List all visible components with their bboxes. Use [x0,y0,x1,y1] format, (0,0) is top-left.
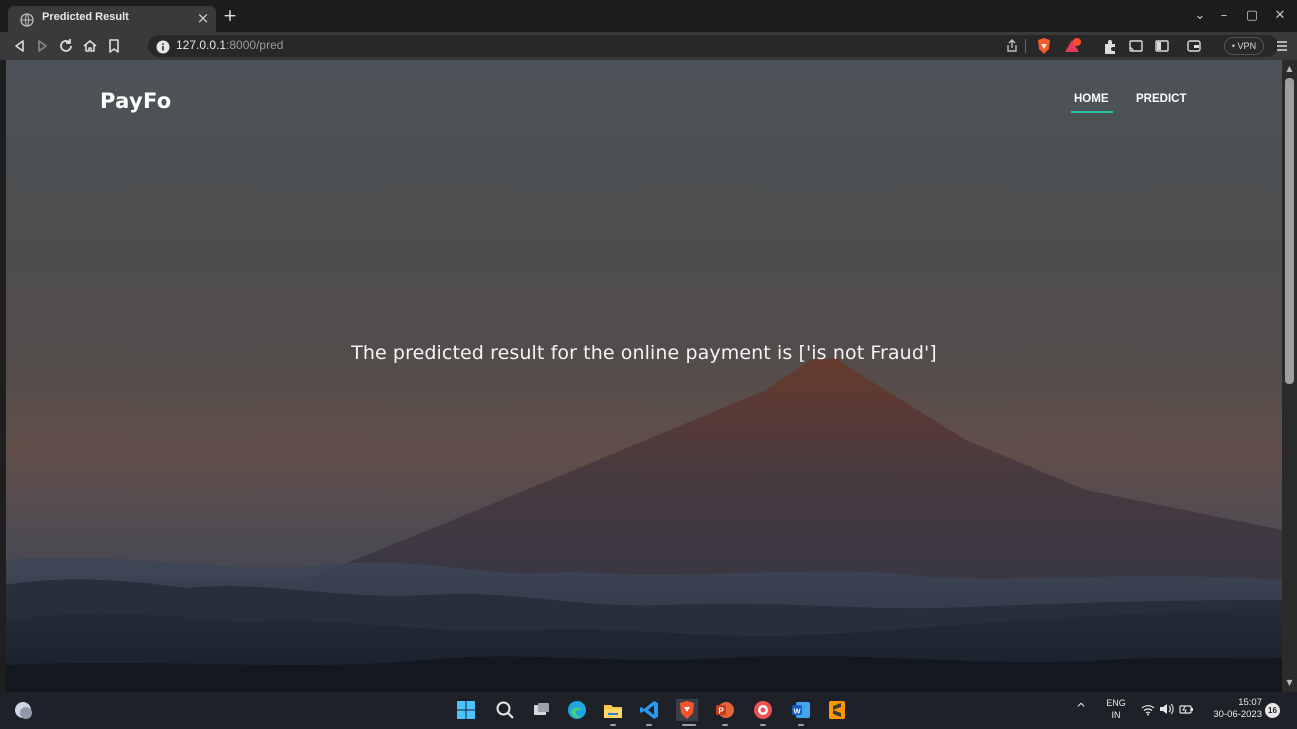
windows-taskbar: P W ^ ENG IN 15:07 30-06-2023 16 [0,692,1297,729]
cast-icon[interactable] [1126,36,1146,56]
browser-toolbar: 127.0.0.1:8000/pred • VPN [0,32,1297,60]
powerpoint-icon[interactable]: P [714,699,736,721]
bookmark-icon[interactable] [104,36,124,56]
region-code: IN [1111,710,1121,720]
browser-tab[interactable]: Predicted Result × [8,6,216,32]
brave-icon[interactable] [674,695,700,725]
maximize-icon[interactable]: ▢ [1240,6,1264,26]
svg-text:W: W [793,707,801,716]
new-tab-button[interactable]: + [220,6,240,26]
active-app-indicator [682,724,696,726]
info-icon[interactable] [156,39,170,54]
sublime-icon[interactable] [826,699,848,721]
search-icon[interactable] [494,699,516,721]
brave-shield-icon[interactable] [1034,36,1054,56]
back-icon[interactable] [10,36,30,56]
brand-logo[interactable]: PayFo [100,89,171,113]
forward-icon[interactable] [32,36,52,56]
scrollbar-thumb[interactable] [1285,78,1294,384]
page-viewport: PayFo HOME PREDICT The predicted result … [6,60,1282,692]
running-indicator [798,724,804,726]
running-indicator [646,724,652,726]
app-icon[interactable] [752,699,774,721]
battery-icon[interactable] [1178,701,1194,717]
wifi-icon[interactable] [1140,701,1156,717]
edge-icon[interactable] [566,699,588,721]
menu-icon[interactable] [1272,36,1292,56]
nav-predict-link[interactable]: PREDICT [1136,93,1186,105]
url-path: :8000/pred [226,38,284,52]
home-icon[interactable] [80,36,100,56]
weather-widget-icon[interactable] [12,699,34,721]
language-code: ENG [1106,698,1126,708]
url-host: 127.0.0.1 [176,38,227,52]
running-indicator [760,724,766,726]
screen: Predicted Result × + ⌄ – ▢ ✕ 127.0.0.1:8… [0,0,1297,729]
notification-badge[interactable]: 16 [1265,703,1280,718]
tab-title: Predicted Result [42,11,129,23]
file-explorer-icon[interactable] [602,699,624,721]
volume-icon[interactable] [1158,701,1174,717]
vscode-icon[interactable] [638,699,660,721]
brave-rewards-icon[interactable] [1062,36,1082,56]
minimize-icon[interactable]: – [1212,6,1236,26]
extensions-icon[interactable] [1100,36,1120,56]
page-scrollbar[interactable]: ▲ ▼ [1282,60,1297,692]
tab-search-icon[interactable]: ⌄ [1188,6,1212,26]
globe-icon [20,12,34,27]
language-indicator[interactable]: ENG IN [1104,697,1128,721]
reload-icon[interactable] [56,36,76,56]
task-view-icon[interactable] [530,699,552,721]
svg-text:P: P [718,707,724,716]
active-nav-indicator [1071,111,1113,113]
share-icon[interactable] [1002,36,1022,56]
close-window-icon[interactable]: ✕ [1268,6,1292,26]
system-clock[interactable]: 15:07 30-06-2023 [1200,697,1262,721]
sidebar-icon[interactable] [1152,36,1172,56]
mountain-background-image [6,60,1282,692]
wallet-icon[interactable] [1184,36,1204,56]
windows-start-icon[interactable] [455,699,477,721]
url-text[interactable]: 127.0.0.1:8000/pred [176,38,283,52]
tray-overflow-icon[interactable]: ^ [1076,701,1086,715]
word-icon[interactable]: W [790,699,812,721]
separator [1025,39,1026,53]
clock-time: 15:07 [1238,697,1262,708]
scroll-down-icon[interactable]: ▼ [1282,676,1297,690]
running-indicator [610,724,616,726]
vpn-button[interactable]: • VPN [1224,37,1264,55]
tab-bar: Predicted Result × + ⌄ – ▢ ✕ [0,0,1297,32]
tab-close-icon[interactable]: × [195,8,211,28]
nav-home-link[interactable]: HOME [1074,93,1109,105]
clock-date: 30-06-2023 [1213,709,1262,720]
running-indicator [722,724,728,726]
scroll-up-icon[interactable]: ▲ [1282,62,1297,76]
prediction-result-text: The predicted result for the online paym… [351,342,937,364]
